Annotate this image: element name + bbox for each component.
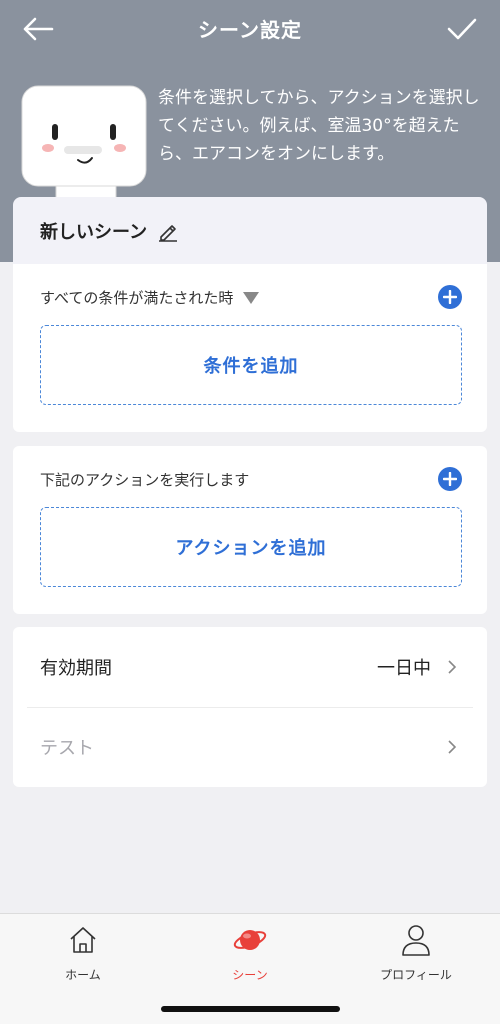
tab-scene[interactable]: シーン <box>190 922 310 992</box>
test-row[interactable]: テスト <box>13 707 487 787</box>
tab-home[interactable]: ホーム <box>23 922 143 992</box>
conditions-label-row: すべての条件が満たされた時 <box>40 287 260 308</box>
page-title: シーン設定 <box>198 18 302 42</box>
add-condition-label: 条件を追加 <box>203 356 299 377</box>
conditions-label: すべての条件が満たされた時 <box>40 289 234 307</box>
plus-icon <box>443 472 457 486</box>
add-action-button[interactable]: アクションを追加 <box>40 507 462 587</box>
valid-period-label: 有効期間 <box>40 658 112 679</box>
pencil-icon[interactable] <box>157 220 179 242</box>
scene-icon <box>232 922 268 958</box>
add-action-plus-button[interactable] <box>438 467 462 491</box>
add-condition-button[interactable]: 条件を追加 <box>40 325 462 405</box>
tab-home-label: ホーム <box>65 968 101 982</box>
add-action-label: アクションを追加 <box>175 538 327 559</box>
checkmark-icon <box>447 18 477 40</box>
actions-label-row: 下記のアクションを実行します <box>40 469 249 490</box>
chevron-right-icon <box>447 659 457 675</box>
header-description: 条件を選択してから、アクションを選択してください。例えば、室温30°を超えたら、… <box>158 88 480 164</box>
test-label: テスト <box>40 738 94 759</box>
actions-label: 下記のアクションを実行します <box>40 471 250 489</box>
scene-name-card: 新しいシーン <box>13 197 487 264</box>
person-icon <box>398 922 434 958</box>
plus-icon <box>443 290 457 304</box>
scene-name: 新しいシーン <box>40 221 148 243</box>
valid-period-row[interactable]: 有効期間 一日中 <box>13 627 487 707</box>
home-icon <box>65 922 101 958</box>
valid-period-value: 一日中 <box>377 658 431 679</box>
conditions-card: すべての条件が満たされた時 条件を追加 <box>13 264 487 432</box>
tab-profile[interactable]: プロフィール <box>356 922 476 992</box>
triangle-down-icon[interactable] <box>243 291 260 304</box>
mascot-illustration <box>14 82 154 203</box>
settings-card: 有効期間 一日中 テスト <box>13 627 487 787</box>
chevron-right-icon <box>447 739 457 755</box>
home-indicator <box>161 1006 340 1012</box>
tab-scene-label: シーン <box>232 968 268 982</box>
confirm-button[interactable] <box>442 12 482 46</box>
tab-profile-label: プロフィール <box>380 968 452 982</box>
actions-card: 下記のアクションを実行します アクションを追加 <box>13 446 487 614</box>
add-condition-plus-button[interactable] <box>438 285 462 309</box>
